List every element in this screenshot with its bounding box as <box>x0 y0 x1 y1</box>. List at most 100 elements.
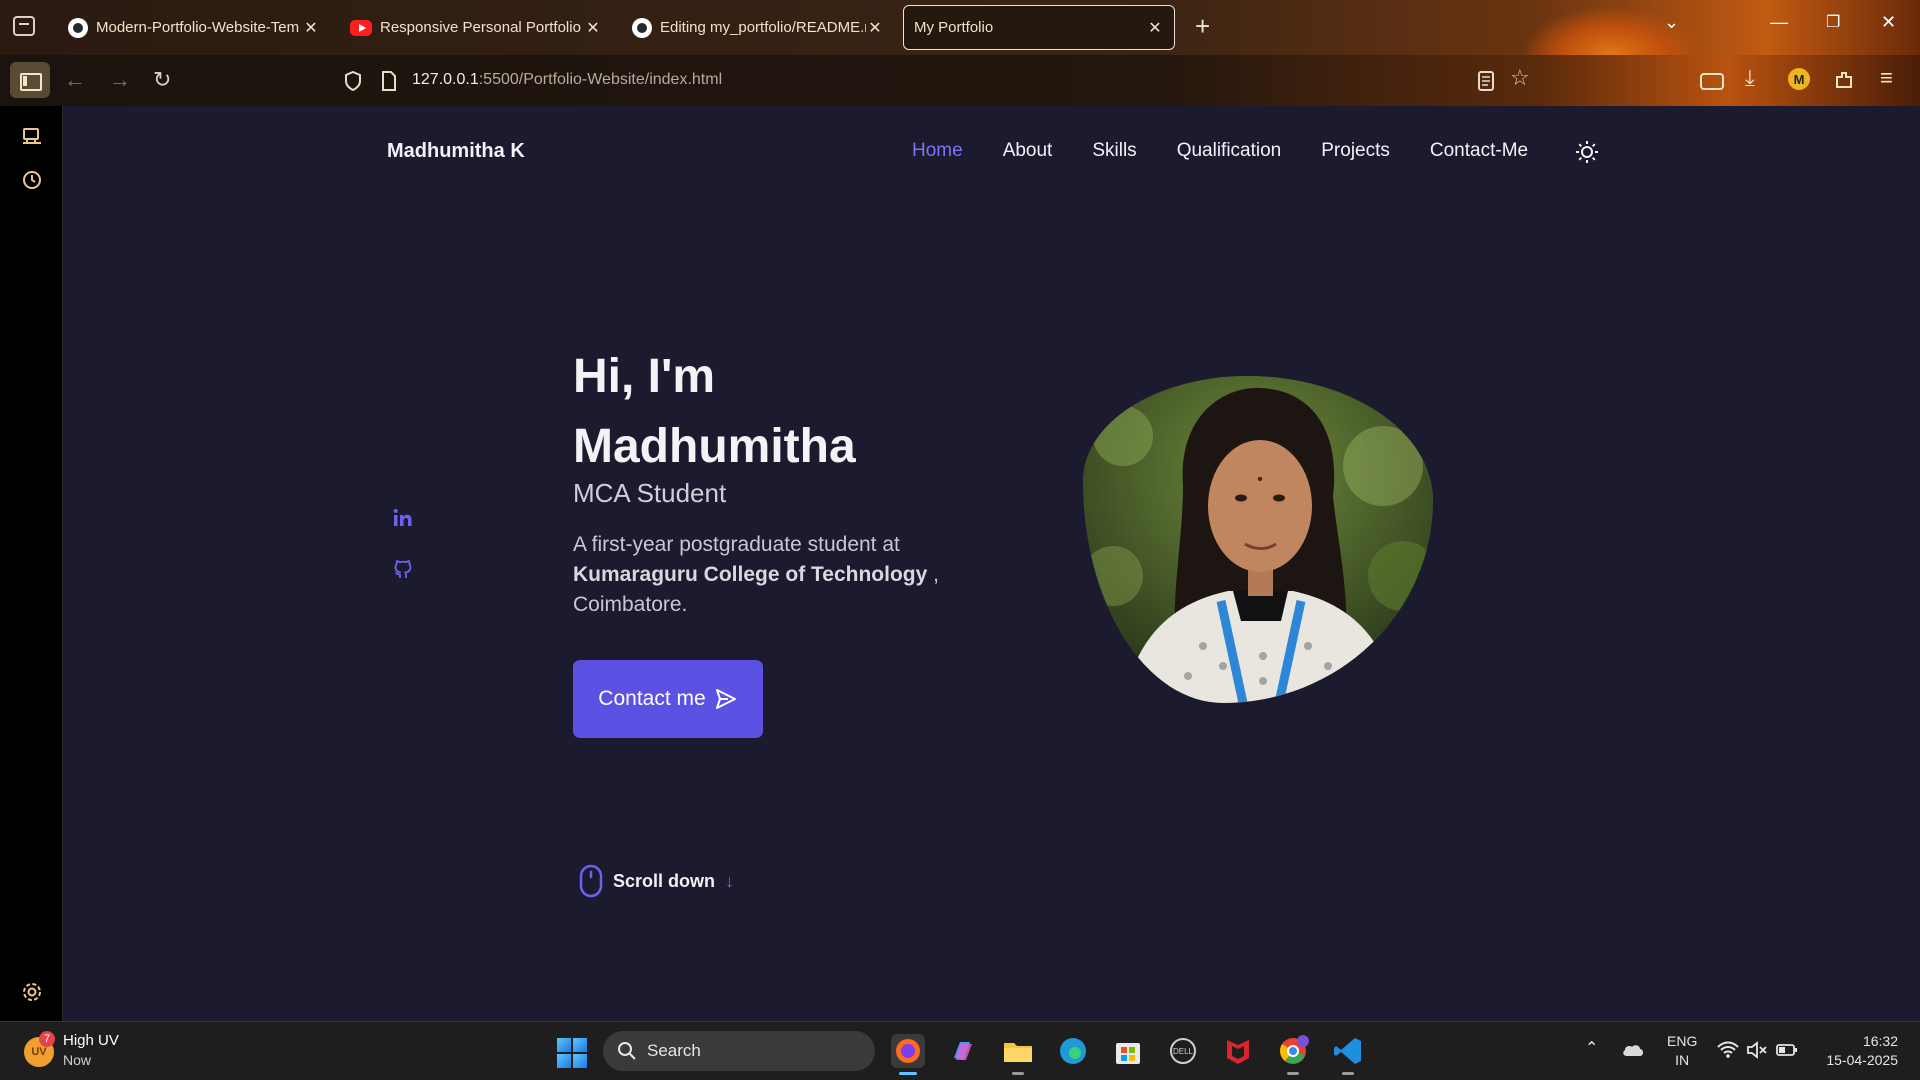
contact-me-label: Contact me <box>598 687 706 710</box>
site-logo[interactable]: Madhumitha K <box>387 140 525 163</box>
windows-taskbar: UV 7 High UV Now Search DELL ⌃ ENG IN 16… <box>0 1021 1920 1080</box>
search-icon <box>618 1042 636 1060</box>
windows-start-icon[interactable] <box>557 1038 587 1068</box>
sun-icon[interactable] <box>1575 140 1599 164</box>
weather-avatar-text: UV <box>31 1046 47 1058</box>
chrome-icon[interactable] <box>1276 1034 1310 1075</box>
url-host: 127.0.0.1 <box>412 71 479 88</box>
browser-tab-1[interactable]: Modern-Portfolio-Website-Tem ✕ <box>58 5 330 50</box>
tab-title: Responsive Personal Portfolio W <box>380 19 584 36</box>
settings-gear-icon[interactable] <box>21 981 43 1003</box>
sidebar-toggle-icon[interactable] <box>10 62 50 98</box>
mcafee-icon[interactable] <box>1221 1034 1255 1068</box>
hero-subtitle: MCA Student <box>573 478 727 508</box>
taskbar-search[interactable]: Search <box>603 1031 875 1071</box>
scroll-down-label: Scroll down <box>613 870 716 891</box>
chevron-down-icon[interactable]: ⌄ <box>1664 12 1679 33</box>
linkedin-icon[interactable] <box>392 507 414 529</box>
back-icon[interactable]: ← <box>64 69 86 91</box>
reader-view-icon[interactable] <box>1478 71 1494 91</box>
clock-date: 15-04-2025 <box>1826 1052 1898 1068</box>
extensions-icon[interactable] <box>1834 70 1854 90</box>
close-tab-icon[interactable]: ✕ <box>584 18 602 38</box>
restore-icon[interactable]: ❐ <box>1826 12 1840 32</box>
shield-icon[interactable] <box>344 71 362 91</box>
volume-muted-icon[interactable] <box>1746 1041 1768 1059</box>
nav-projects[interactable]: Projects <box>1321 140 1390 162</box>
browser-tab-2[interactable]: Responsive Personal Portfolio W ✕ <box>340 5 612 50</box>
menu-icon[interactable]: ≡ <box>1880 67 1893 89</box>
github-icon <box>632 17 652 38</box>
wifi-icon[interactable] <box>1717 1041 1739 1059</box>
tab-title: My Portfolio <box>914 19 994 36</box>
file-explorer-icon[interactable] <box>1001 1034 1035 1075</box>
new-tab-icon[interactable]: + <box>1195 13 1210 39</box>
edge-icon[interactable] <box>1056 1034 1090 1068</box>
tab-list-icon[interactable] <box>13 16 35 36</box>
close-tab-icon[interactable]: ✕ <box>866 18 884 38</box>
browser-tab-active[interactable]: My Portfolio ✕ <box>903 5 1175 50</box>
tab-title: Modern-Portfolio-Website-Tem <box>96 19 300 36</box>
history-icon[interactable] <box>21 169 43 191</box>
ms-store-icon[interactable] <box>1111 1034 1145 1068</box>
url-bar[interactable]: 127.0.0.1:5500/Portfolio-Website/index.h… <box>412 71 722 89</box>
contact-me-button[interactable]: Contact me <box>573 660 763 738</box>
hero-name: Madhumitha <box>573 420 856 473</box>
site-nav: Home About Skills Qualification Projects… <box>912 140 1528 162</box>
github-icon <box>68 17 88 38</box>
tab-title: Editing my_portfolio/README.m <box>660 19 866 36</box>
github-icon[interactable] <box>392 558 414 580</box>
profile-photo-art <box>1083 376 1433 703</box>
chevron-up-icon[interactable]: ⌃ <box>1585 1038 1598 1058</box>
hero-desc-college: Kumaraguru College of Technology <box>573 563 928 586</box>
weather-title[interactable]: High UV <box>63 1032 119 1049</box>
hero-greeting: Hi, I'm <box>573 350 716 403</box>
minimize-icon[interactable]: — <box>1770 12 1788 33</box>
vscode-icon[interactable] <box>1331 1034 1365 1075</box>
close-window-icon[interactable]: ✕ <box>1881 12 1896 33</box>
hero-desc-prefix: A first-year postgraduate student at <box>573 533 900 556</box>
language-code: ENG <box>1667 1033 1698 1049</box>
nav-about[interactable]: About <box>1003 140 1053 162</box>
forward-icon[interactable]: → <box>109 69 131 91</box>
synced-tabs-icon[interactable] <box>21 126 43 148</box>
weather-badge: 7 <box>39 1031 55 1047</box>
nav-skills[interactable]: Skills <box>1092 140 1136 162</box>
clock[interactable]: 16:32 15-04-2025 <box>1818 1032 1898 1070</box>
clock-time: 16:32 <box>1862 1033 1898 1049</box>
search-placeholder: Search <box>647 1041 701 1060</box>
download-icon[interactable]: ⤓ <box>1745 67 1755 89</box>
portfolio-page: Madhumitha K Home About Skills Qualifica… <box>63 106 1920 1021</box>
copilot-icon[interactable] <box>946 1034 980 1068</box>
arrow-down-icon: ↓ <box>725 870 735 891</box>
close-tab-icon[interactable]: ✕ <box>1146 18 1164 38</box>
nav-qualification[interactable]: Qualification <box>1177 140 1282 162</box>
browser-sidebar <box>0 106 63 1021</box>
profile-photo <box>1083 376 1433 703</box>
browser-nav-bar: ← → ↻ 127.0.0.1:5500/Portfolio-Website/i… <box>0 55 1920 106</box>
page-icon <box>382 71 396 91</box>
browser-tab-3[interactable]: Editing my_portfolio/README.m ✕ <box>622 5 894 50</box>
browser-tab-strip: Modern-Portfolio-Website-Tem ✕ Responsiv… <box>0 0 1920 106</box>
account-icon[interactable]: M <box>1788 68 1810 90</box>
youtube-icon <box>350 19 372 36</box>
url-path: :5500/Portfolio-Website/index.html <box>478 71 723 88</box>
mouse-icon <box>579 864 603 898</box>
svg-text:DELL: DELL <box>1173 1047 1194 1056</box>
battery-icon[interactable] <box>1776 1042 1798 1058</box>
onedrive-cloud-icon[interactable] <box>1621 1042 1645 1058</box>
dell-icon[interactable]: DELL <box>1166 1034 1200 1068</box>
scroll-down-link[interactable]: Scroll down ↓ <box>579 864 734 898</box>
screenshot-icon[interactable] <box>1700 71 1724 91</box>
nav-home[interactable]: Home <box>912 140 963 162</box>
reload-icon[interactable]: ↻ <box>153 69 171 91</box>
bookmark-star-icon[interactable]: ☆ <box>1510 67 1530 89</box>
nav-contact-me[interactable]: Contact-Me <box>1430 140 1528 162</box>
send-icon <box>715 689 736 709</box>
firefox-icon[interactable] <box>891 1034 925 1075</box>
hero-description: A first-year postgraduate student at Kum… <box>573 530 993 620</box>
close-tab-icon[interactable]: ✕ <box>302 18 320 38</box>
region-code: IN <box>1675 1052 1690 1068</box>
language-indicator[interactable]: ENG IN <box>1667 1032 1697 1070</box>
weather-time: Now <box>63 1052 92 1068</box>
